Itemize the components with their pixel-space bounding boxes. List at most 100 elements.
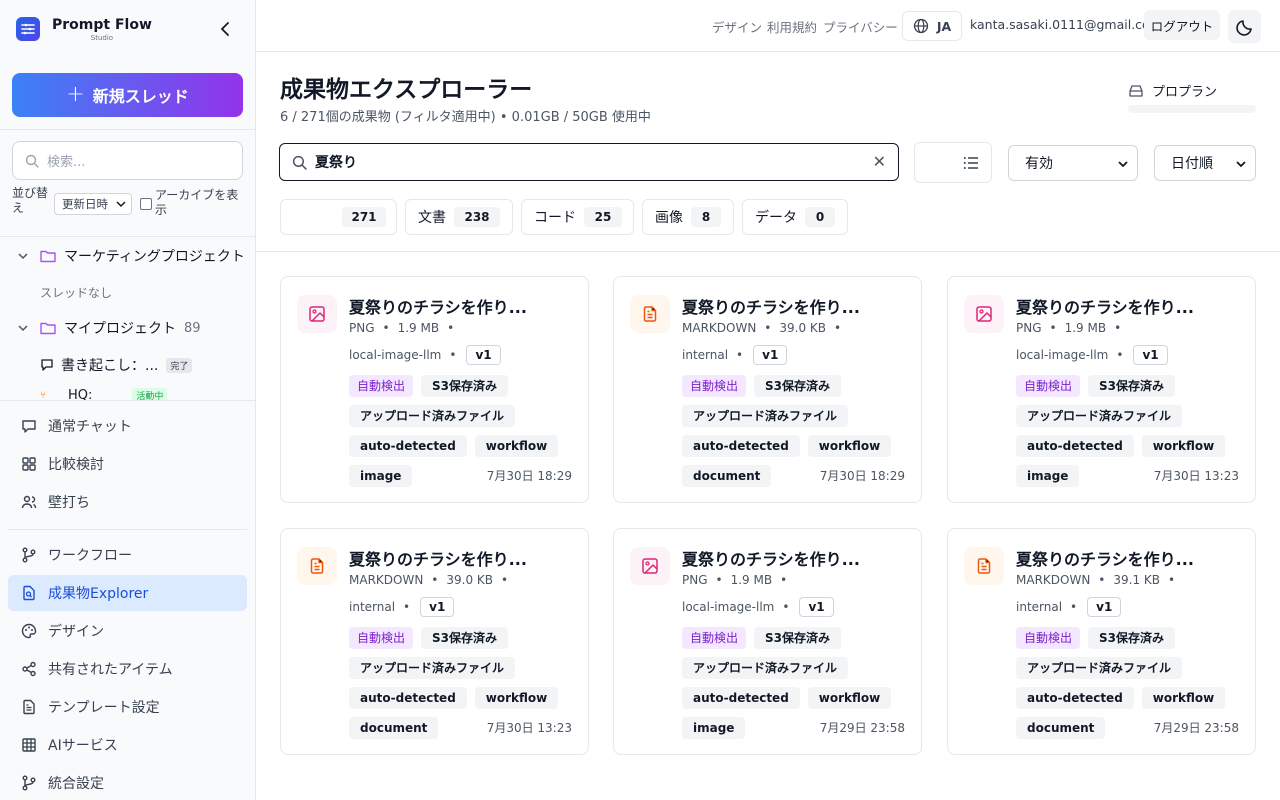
chevron-left-icon: [221, 22, 229, 36]
artifact-size: 39.1 KB: [1113, 573, 1161, 587]
tree-project-mine[interactable]: マイプロジェクト 89: [16, 318, 201, 338]
divider: [0, 400, 255, 401]
list-view-icon: [963, 156, 978, 169]
logout-button[interactable]: ログアウト: [1144, 10, 1220, 40]
new-thread-button[interactable]: + 新規スレッド: [12, 73, 243, 117]
sidebar-item-chat[interactable]: 通常チャット: [8, 408, 247, 444]
artifact-source-row: local-image-llm • v1: [349, 345, 501, 365]
branch-icon: ⑂: [40, 390, 46, 400]
tag: 自動検出: [682, 375, 747, 397]
archive-toggle[interactable]: アーカイブを表示: [140, 188, 247, 218]
artifact-title: 夏祭りのチラシを作り...: [1016, 550, 1194, 569]
tree-thread[interactable]: 書き起こし：... 完了: [40, 355, 193, 375]
tag: 自動検出: [349, 375, 414, 397]
tab-data[interactable]: データ 0: [742, 199, 848, 235]
plus-icon: +: [66, 82, 85, 107]
sidebar-item-palette[interactable]: デザイン: [8, 613, 247, 649]
tag: 自動検出: [1016, 375, 1081, 397]
tag: document: [682, 465, 772, 487]
sidebar-item-grid[interactable]: 比較検討: [8, 446, 247, 482]
tag: 自動検出: [349, 627, 414, 649]
sort-order-value: 日付順: [1171, 156, 1213, 172]
tag: auto-detected: [682, 687, 800, 709]
sidebar-item-workflow[interactable]: ワークフロー: [8, 537, 247, 573]
theme-toggle-button[interactable]: [1228, 10, 1261, 43]
collapse-sidebar-button[interactable]: [214, 18, 236, 40]
language-label: JA: [936, 18, 952, 34]
app-subtitle: Studio: [90, 34, 114, 42]
search-icon: [292, 155, 307, 170]
tab-count: 8: [691, 207, 721, 227]
tag: document: [349, 717, 439, 739]
artifact-size: 1.9 MB: [730, 573, 773, 587]
artifact-source-row: internal • v1: [1016, 597, 1122, 617]
app-name: Prompt Flow: [52, 17, 152, 33]
sort-select[interactable]: 更新日時: [54, 193, 132, 215]
tab-all[interactable]: 271: [280, 199, 397, 235]
artifact-title: 夏祭りのチラシを作り...: [682, 298, 860, 317]
tree-project-marketing[interactable]: マーケティングプロジェクト: [16, 246, 245, 266]
artifact-source-row: internal • v1: [682, 345, 788, 365]
version-badge: v1: [753, 345, 788, 365]
topbar-link-terms[interactable]: 利用規約: [767, 17, 817, 36]
tag: workflow: [1141, 435, 1226, 457]
tab-count: 271: [342, 207, 386, 227]
artifact-card[interactable]: 夏祭りのチラシを作り... MARKDOWN • 39.0 KB • internal • v…: [613, 276, 922, 503]
storage-usage-bar: [1128, 105, 1256, 113]
search-value: 夏祭り: [315, 155, 357, 171]
sidebar-item-share[interactable]: 共有されたアイテム: [8, 651, 247, 687]
sidebar-item-table[interactable]: AIサービス: [8, 727, 247, 763]
artifact-title: 夏祭りのチラシを作り...: [1016, 298, 1194, 317]
language-button[interactable]: JA: [902, 11, 962, 41]
clear-search-icon[interactable]: ✕: [873, 153, 886, 171]
archive-checkbox[interactable]: [140, 198, 152, 210]
message-icon: [41, 359, 53, 371]
artifact-date: 7月30日 18:29: [819, 469, 905, 483]
artifact-meta: MARKDOWN • 39.1 KB •: [1016, 573, 1176, 587]
artifact-type: MARKDOWN: [349, 573, 424, 587]
artifact-meta: MARKDOWN • 39.0 KB •: [682, 321, 842, 335]
artifact-card[interactable]: 夏祭りのチラシを作り... PNG • 1.9 MB • local-image-llm •…: [613, 528, 922, 755]
artifact-search-input[interactable]: 夏祭り ✕: [279, 143, 899, 181]
artifact-title: 夏祭りのチラシを作り...: [682, 550, 860, 569]
tab-code[interactable]: コード 25: [521, 199, 634, 235]
page-subtitle: 6 / 271個の成果物 (フィルタ適用中) • 0.01GB / 50GB 使…: [280, 110, 651, 125]
status-filter-select[interactable]: 有効: [1008, 145, 1138, 181]
artifact-card[interactable]: 夏祭りのチラシを作り... PNG • 1.9 MB • local-image-llm •…: [947, 276, 1256, 503]
artifact-card[interactable]: 夏祭りのチラシを作り... PNG • 1.9 MB • local-image-llm •…: [280, 276, 589, 503]
tag: auto-detected: [1016, 687, 1134, 709]
artifact-source: local-image-llm: [349, 348, 442, 362]
artifact-type: PNG: [682, 573, 708, 587]
sidebar-search-placeholder: 検索...: [47, 155, 86, 170]
table-icon: [20, 736, 38, 754]
new-thread-label: 新規スレッド: [92, 87, 189, 106]
tab-label: コード: [534, 210, 576, 226]
artifact-type: PNG: [349, 321, 375, 335]
tab-label: 文書: [418, 210, 446, 226]
tree-thread[interactable]: ⑂ HQ: 活動中: [40, 388, 168, 400]
sidebar-item-file-search[interactable]: 成果物Explorer: [8, 575, 247, 611]
sidebar-item-integration[interactable]: 統合設定: [8, 765, 247, 800]
tag: S3保存済み: [1088, 627, 1176, 649]
search-icon: [25, 154, 39, 168]
artifact-card[interactable]: 夏祭りのチラシを作り... MARKDOWN • 39.1 KB • internal • v…: [947, 528, 1256, 755]
app-logo-icon: [16, 17, 40, 41]
user-email: kanta.sasaki.0111@gmail.com: [970, 17, 1162, 32]
sort-row: 並び替え 更新日時 アーカイブを表示: [12, 186, 247, 218]
tab-documents[interactable]: 文書 238: [405, 199, 513, 235]
file-search-icon: [20, 584, 38, 602]
moon-icon: [1235, 19, 1252, 36]
tree-project-label: マイプロジェクト: [64, 321, 176, 337]
artifact-card[interactable]: 夏祭りのチラシを作り... MARKDOWN • 39.0 KB • internal • v…: [280, 528, 589, 755]
artifact-size: 1.9 MB: [1064, 321, 1107, 335]
sidebar-item-users[interactable]: 壁打ち: [8, 484, 247, 520]
topbar-link-design[interactable]: デザイン: [712, 17, 762, 36]
sort-order-select[interactable]: 日付順: [1154, 145, 1256, 181]
topbar-link-privacy[interactable]: プライバシー: [823, 17, 898, 36]
view-toggle-button[interactable]: [914, 142, 992, 183]
artifact-title: 夏祭りのチラシを作り...: [349, 298, 527, 317]
sidebar-search-input[interactable]: 検索...: [12, 141, 243, 180]
artifact-source: internal: [349, 600, 396, 614]
sidebar-item-document[interactable]: テンプレート設定: [8, 689, 247, 725]
tab-images[interactable]: 画像 8: [642, 199, 734, 235]
